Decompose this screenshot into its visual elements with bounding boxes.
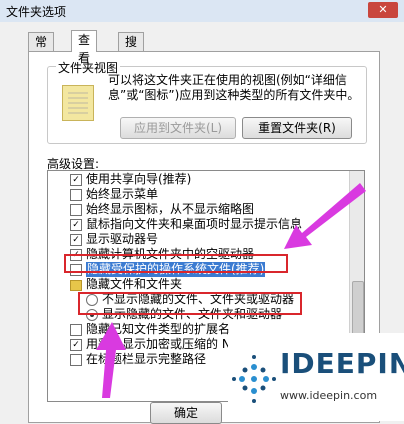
arrow-shape <box>96 322 126 398</box>
title-bar: 文件夹选项 ✕ <box>0 0 404 22</box>
brand-url: www.ideepin.com <box>280 389 378 402</box>
tab-view[interactable]: 查看 <box>71 30 98 65</box>
arrow-shape <box>284 183 366 249</box>
folder-view-icon <box>62 85 94 121</box>
tree-group-header: 隐藏文件和文件夹 <box>48 277 348 292</box>
brand-logo-icon <box>232 355 276 403</box>
folder-views-group: 文件夹视图 可以将这文件夹正在使用的视图(例如“详细信息”或“图标”)应用到这种… <box>47 59 367 144</box>
window-title: 文件夹选项 <box>6 5 67 19</box>
tab-general[interactable]: 常规 <box>28 32 55 67</box>
tab-search[interactable]: 搜索 <box>118 32 145 67</box>
checkbox-unchecked[interactable] <box>70 189 82 201</box>
apply-to-folders-button[interactable]: 应用到文件夹(L) <box>120 117 236 139</box>
brand-name: IDEEPIN <box>280 347 404 380</box>
checkbox-checked[interactable]: ✓ <box>70 174 82 186</box>
checkbox-checked[interactable]: ✓ <box>70 234 82 246</box>
close-button[interactable]: ✕ <box>368 2 398 18</box>
annotation-box-show-hidden <box>78 292 302 315</box>
checkbox-checked[interactable]: ✓ <box>70 219 82 231</box>
folder-icon <box>70 280 82 291</box>
annotation-arrow-bottom <box>96 322 126 398</box>
checkbox-checked[interactable]: ✓ <box>70 339 82 351</box>
watermark-logo: IDEEPIN www.ideepin.com <box>228 333 404 421</box>
annotation-arrow-top <box>284 183 366 249</box>
checkbox-unchecked[interactable] <box>70 354 82 366</box>
checkbox-unchecked[interactable] <box>70 324 82 336</box>
checkbox-unchecked[interactable] <box>70 204 82 216</box>
folder-views-description: 可以将这文件夹正在使用的视图(例如“详细信息”或“图标”)应用到这种类型的所有文… <box>108 73 360 102</box>
reset-folders-button[interactable]: 重置文件夹(R) <box>242 117 352 139</box>
annotation-box-protected-files <box>64 254 288 273</box>
